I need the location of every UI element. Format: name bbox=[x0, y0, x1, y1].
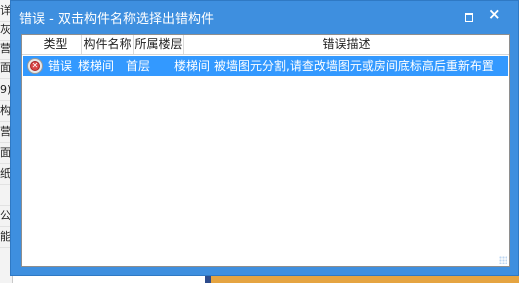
background-taskbar-strip bbox=[205, 276, 519, 283]
dialog-title: 错误 - 双击构件名称选择出错构件 bbox=[19, 12, 214, 27]
error-list[interactable]: 类型 构件名称 所属楼层 错误描述 ✕ 错误 楼梯间 首层 楼梯间 被墙图元分割… bbox=[21, 34, 510, 267]
row-type: 错误 bbox=[48, 59, 73, 73]
table-header: 类型 构件名称 所属楼层 错误描述 bbox=[22, 35, 509, 55]
title-bar[interactable]: 错误 - 双击构件名称选择出错构件 × bbox=[11, 1, 518, 32]
resize-grip[interactable] bbox=[499, 256, 507, 264]
column-header-floor[interactable]: 所属楼层 bbox=[134, 35, 184, 54]
row-component-name: 楼梯间 bbox=[174, 59, 211, 73]
column-header-component[interactable]: 构件名称 bbox=[82, 35, 134, 54]
error-circle-icon: ✕ bbox=[27, 58, 43, 74]
row-description: 被墙图元分割,请查改墙图元或房间底标高后重新布置 bbox=[214, 59, 494, 73]
maximize-button[interactable] bbox=[463, 10, 475, 22]
table-row[interactable]: ✕ 错误 楼梯间 首层 楼梯间 被墙图元分割,请查改墙图元或房间底标高后重新布置 bbox=[23, 56, 508, 76]
close-button[interactable]: × bbox=[488, 7, 501, 22]
row-floor: 首层 bbox=[126, 59, 151, 73]
column-header-description[interactable]: 错误描述 bbox=[184, 35, 509, 54]
maximize-icon bbox=[465, 13, 473, 22]
error-dialog: 错误 - 双击构件名称选择出错构件 × 类型 构件名称 所属楼层 错误描述 ✕ … bbox=[10, 0, 519, 276]
background-taskbar-edge bbox=[205, 276, 211, 283]
column-header-type[interactable]: 类型 bbox=[22, 35, 82, 54]
row-component[interactable]: 楼梯间 bbox=[78, 56, 128, 76]
